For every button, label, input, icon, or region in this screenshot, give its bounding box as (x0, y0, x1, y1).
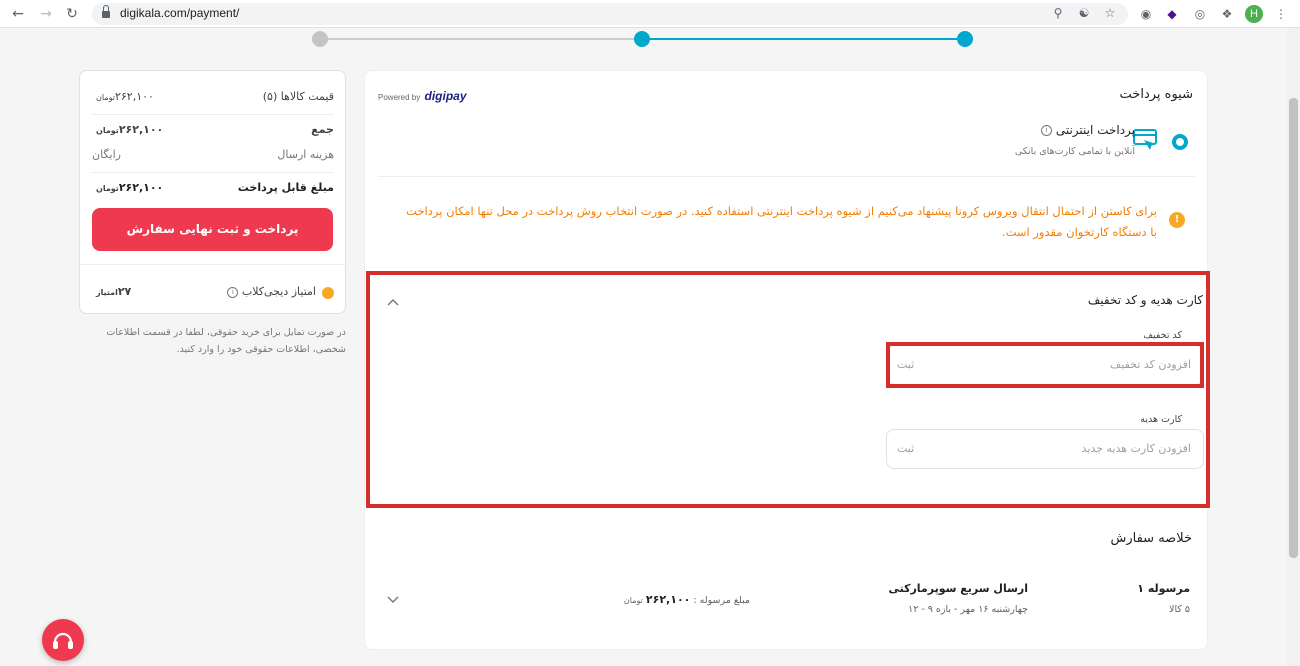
corona-warning-text: برای کاستن از احتمال انتقال ویروس کرونا … (406, 204, 1157, 239)
chevron-down-icon[interactable] (387, 593, 399, 605)
sum-label: جمع (311, 123, 334, 136)
headset-icon (53, 632, 73, 649)
key-icon[interactable]: ⚲ (1050, 6, 1066, 20)
scroll-thumb[interactable] (1289, 98, 1298, 558)
step-dot-done[interactable] (957, 31, 973, 47)
url-text[interactable]: digikala.com/payment/ (120, 6, 239, 20)
warning-icon: ! (1169, 212, 1185, 228)
club-coin-icon (322, 287, 334, 299)
payable-row: مبلغ قابل پرداخت ۲۶۲,۱۰۰تومان (92, 179, 334, 199)
pay-and-submit-button[interactable]: پرداخت و ثبت نهایی سفارش (92, 208, 333, 251)
forward-icon[interactable]: → (36, 4, 56, 24)
club-points-row: امتیاز دیجی‌کلاب i ۲۷امتیاز (92, 283, 334, 303)
translate-icon[interactable]: ☯ (1076, 6, 1092, 20)
gift-card-input[interactable]: افزودن کارت هدیه جدید ثبت (886, 429, 1204, 469)
powered-by: Powered by digipay (378, 89, 467, 103)
divider (92, 114, 334, 115)
shipment-price: مبلغ مرسوله : ۲۶۲,۱۰۰ تومان (623, 593, 750, 606)
shipment-name: مرسوله ۱ (1137, 582, 1190, 595)
discount-code-label: کد تخفیف (1143, 330, 1182, 341)
extension-circle-icon[interactable]: ◎ (1191, 5, 1209, 23)
internet-payment-title: پرداخت اینترنتی i (1041, 123, 1135, 137)
payable-value: ۲۶۲,۱۰۰تومان (96, 181, 164, 194)
items-price-row: قیمت کالاها (۵) ۲۶۲,۱۰۰تومان (92, 88, 334, 108)
browser-toolbar: ← → ↻ digikala.com/payment/ ⚲ ☯ ☆ ◉ ◆ ◎ … (0, 0, 1300, 28)
back-icon[interactable]: ← (8, 4, 28, 24)
digipay-logo: digipay (424, 89, 467, 103)
sum-row: جمع ۲۶۲,۱۰۰تومان (92, 121, 334, 141)
gift-card-submit-button[interactable]: ثبت (897, 442, 914, 455)
page-scrollbar[interactable] (1287, 28, 1300, 666)
info-icon[interactable]: i (1041, 125, 1053, 136)
shipping-time: چهارشنبه ۱۶ مهر - بازه ۹ - ۱۲ (908, 604, 1028, 615)
lock-icon (102, 5, 110, 18)
items-price-label: قیمت کالاها (۵) (262, 90, 334, 103)
step-line-pending (320, 38, 642, 40)
reload-icon[interactable]: ↻ (62, 4, 82, 24)
checkout-stepper (0, 28, 1288, 48)
order-summary-title: خلاصه سفارش (1110, 531, 1192, 546)
gift-section-highlight (366, 271, 1210, 508)
internet-payment-subtitle: آنلاین با تمامی کارت‌های بانکی (1014, 146, 1135, 157)
step-dot-pending (312, 31, 328, 47)
shipping-label: هزینه ارسال (277, 148, 334, 161)
bookmark-star-icon[interactable]: ☆ (1102, 6, 1118, 20)
chevron-up-icon[interactable] (387, 296, 399, 308)
support-button[interactable] (42, 619, 84, 661)
club-label: امتیاز دیجی‌کلاب i (227, 285, 316, 298)
step-line-done (642, 38, 965, 40)
divider (92, 172, 334, 173)
shipping-row: هزینه ارسال رایگان (92, 146, 334, 166)
profile-avatar[interactable]: H (1245, 5, 1263, 23)
payment-radio-selected[interactable] (1172, 134, 1188, 150)
club-value: ۲۷امتیاز (96, 285, 132, 298)
sum-value: ۲۶۲,۱۰۰تومان (96, 123, 164, 136)
divider (80, 264, 345, 265)
shipment-count: ۵ کالا (1169, 604, 1190, 615)
gift-card-placeholder: افزودن کارت هدیه جدید (1081, 442, 1191, 455)
menu-dots-icon[interactable]: ⋮ (1272, 5, 1290, 23)
puzzle-icon[interactable]: ❖ (1218, 5, 1236, 23)
items-price-value: ۲۶۲,۱۰۰تومان (96, 90, 154, 103)
shipping-value: رایگان (92, 148, 121, 161)
gift-card-label: کارت هدیه (1140, 414, 1182, 425)
globe-icon[interactable]: ◉ (1137, 5, 1155, 23)
discount-input-highlight (886, 342, 1204, 388)
payment-method-title: شیوه پرداخت (1119, 87, 1193, 102)
extension-icon[interactable]: ◆ (1163, 5, 1181, 23)
step-dot-current (634, 31, 650, 47)
divider (378, 176, 1195, 177)
payable-label: مبلغ قابل پرداخت (237, 181, 334, 194)
address-bar[interactable]: digikala.com/payment/ ⚲ ☯ ☆ (92, 3, 1128, 25)
price-summary-card: قیمت کالاها (۵) ۲۶۲,۱۰۰تومان جمع ۲۶۲,۱۰۰… (79, 70, 346, 314)
online-card-icon (1133, 129, 1157, 150)
info-icon[interactable]: i (227, 286, 239, 298)
gift-discount-title[interactable]: کارت هدیه و کد تخفیف (1088, 293, 1203, 307)
shipping-method: ارسال سریع سوپرمارکتی (888, 582, 1028, 595)
legal-purchase-note: در صورت تمایل برای خرید حقوقی، لطفا در ق… (106, 327, 346, 355)
